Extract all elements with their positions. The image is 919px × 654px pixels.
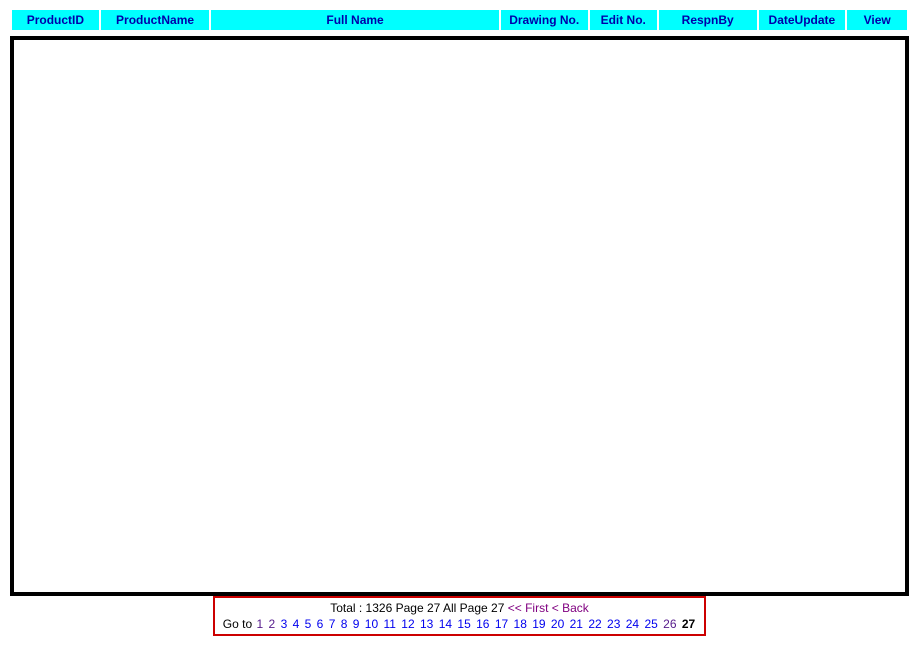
data-grid-body — [10, 36, 909, 596]
pagination-box: Total : 1326 Page 27 All Page 27 << Firs… — [213, 596, 706, 636]
page-link-19[interactable]: 19 — [532, 617, 545, 631]
page-link-16[interactable]: 16 — [476, 617, 489, 631]
nav-first-link[interactable]: << First — [508, 601, 549, 615]
page-link-24[interactable]: 24 — [626, 617, 639, 631]
goto-label: Go to — [223, 617, 252, 631]
column-headers: ProductID ProductName Full Name Drawing … — [10, 10, 909, 30]
page-link-7[interactable]: 7 — [329, 617, 336, 631]
page-link-14[interactable]: 14 — [439, 617, 452, 631]
col-drawing-no[interactable]: Drawing No. — [501, 10, 588, 30]
page-link-26[interactable]: 26 — [663, 617, 676, 631]
col-date-update[interactable]: DateUpdate — [759, 10, 846, 30]
col-product-id[interactable]: ProductID — [12, 10, 99, 30]
page-label: Page — [396, 601, 424, 615]
total-value: 1326 — [366, 601, 393, 615]
page-link-17[interactable]: 17 — [495, 617, 508, 631]
page-link-2[interactable]: 2 — [269, 617, 276, 631]
col-product-name[interactable]: ProductName — [101, 10, 209, 30]
page-link-25[interactable]: 25 — [644, 617, 657, 631]
page-link-23[interactable]: 23 — [607, 617, 620, 631]
current-page-marker: 27 — [682, 617, 695, 631]
current-page-value: 27 — [427, 601, 440, 615]
page-link-20[interactable]: 20 — [551, 617, 564, 631]
col-respn-by[interactable]: RespnBy — [659, 10, 757, 30]
col-full-name[interactable]: Full Name — [211, 10, 499, 30]
total-label: Total : — [330, 601, 362, 615]
all-page-label: All Page — [443, 601, 488, 615]
page-link-12[interactable]: 12 — [401, 617, 414, 631]
page-link-15[interactable]: 15 — [457, 617, 470, 631]
pagination-goto: Go to 1 2 3 4 5 6 7 8 9 10 11 12 13 14 1… — [223, 616, 696, 632]
page-link-22[interactable]: 22 — [588, 617, 601, 631]
page-link-10[interactable]: 10 — [365, 617, 378, 631]
col-edit-no[interactable]: Edit No. — [590, 10, 657, 30]
page-link-9[interactable]: 9 — [353, 617, 360, 631]
page-link-18[interactable]: 18 — [514, 617, 527, 631]
total-pages-value: 27 — [491, 601, 504, 615]
page-link-6[interactable]: 6 — [317, 617, 324, 631]
page-link-21[interactable]: 21 — [570, 617, 583, 631]
col-view[interactable]: View — [847, 10, 907, 30]
page-link-8[interactable]: 8 — [341, 617, 348, 631]
pagination-summary: Total : 1326 Page 27 All Page 27 << Firs… — [223, 600, 696, 616]
page-link-1[interactable]: 1 — [257, 617, 264, 631]
nav-back-link[interactable]: < Back — [552, 601, 589, 615]
page-link-11[interactable]: 11 — [383, 617, 395, 631]
page-link-3[interactable]: 3 — [281, 617, 288, 631]
page-link-13[interactable]: 13 — [420, 617, 433, 631]
page-link-4[interactable]: 4 — [293, 617, 300, 631]
page-link-5[interactable]: 5 — [305, 617, 312, 631]
